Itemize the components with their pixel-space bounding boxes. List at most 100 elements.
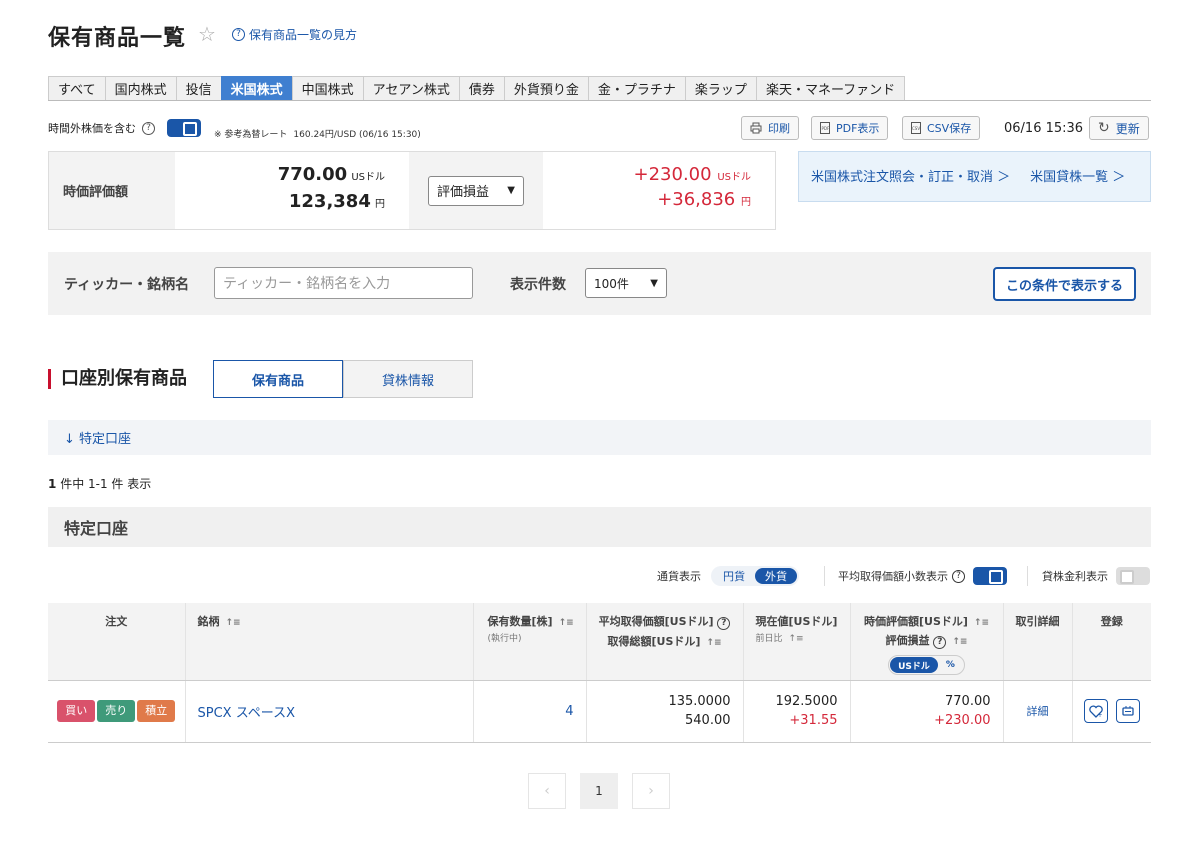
prev-page-button[interactable]: ‹: [528, 773, 566, 809]
count-select[interactable]: 100件 ▼: [585, 268, 667, 298]
sort-icon[interactable]: ↑≡: [789, 634, 804, 644]
printer-icon: [750, 122, 762, 134]
col-name[interactable]: 銘柄 ↑≡: [185, 603, 474, 681]
detail-link[interactable]: 詳細: [1027, 705, 1049, 718]
seg-holdings[interactable]: 保有商品: [213, 360, 343, 398]
summary-pl: +230.00 USドル +36,836 円: [543, 152, 775, 229]
pl-select-value: 評価損益: [437, 185, 490, 200]
svg-text:PDF: PDF: [822, 126, 830, 131]
qty-value[interactable]: 4: [565, 704, 573, 719]
favorite-add-icon[interactable]: +: [1083, 699, 1108, 723]
currency-display-label: 通貨表示: [657, 570, 701, 583]
valuation-summary: 時価評価額 770.00 USドル 123,384 円 評価損益 ▼ +230.…: [48, 151, 776, 230]
question-icon[interactable]: ?: [717, 617, 731, 630]
tab-money-fund[interactable]: 楽天・マネーファンド: [755, 76, 906, 100]
help-link-label: 保有商品一覧の見方: [249, 28, 358, 42]
apply-filter-button[interactable]: この条件で表示する: [993, 267, 1136, 301]
lending-rate-toggle[interactable]: [1116, 567, 1150, 585]
result-count: 1 件中 1-1 件 表示: [48, 475, 151, 492]
favorite-star-icon[interactable]: ☆: [198, 22, 216, 46]
sort-icon[interactable]: ↑≡: [559, 618, 574, 628]
refresh-icon: ↻: [1098, 120, 1110, 136]
account-anchor-bar: ↓ 特定口座: [48, 420, 1151, 455]
anchor-link[interactable]: ↓ 特定口座: [64, 428, 131, 447]
col-price[interactable]: 現在値[USドル] 前日比 ↑≡: [743, 603, 851, 681]
pl-unit-usd[interactable]: USドル: [890, 657, 938, 673]
col-total-cost-label: 取得総額[USドル]: [607, 635, 701, 648]
arrow-down-icon: ↓: [64, 432, 75, 447]
security-name-link[interactable]: SPCX スペースX: [198, 706, 296, 721]
currency-toggle[interactable]: 円貨 外貨: [711, 566, 799, 586]
tab-rakuwrap[interactable]: 楽ラップ: [684, 76, 756, 100]
decimal-display-option: 平均取得価額小数表示 ?: [838, 566, 1007, 586]
tab-funds[interactable]: 投信: [175, 76, 221, 100]
related-links: 米国株式注文照会・訂正・取消 ＞ 米国貸株一覧 ＞: [798, 151, 1151, 202]
pl-select[interactable]: 評価損益 ▼: [428, 175, 524, 206]
refresh-button[interactable]: ↻ 更新: [1089, 116, 1149, 140]
tab-gold-platinum[interactable]: 金・プラチナ: [587, 76, 685, 100]
question-icon[interactable]: ?: [952, 569, 965, 583]
ticker-placeholder: ティッカー・銘柄名を入力: [223, 276, 391, 292]
decimal-display-label: 平均取得価額小数表示: [838, 570, 948, 583]
lending-rate-label: 貸株金利表示: [1042, 570, 1108, 583]
question-icon[interactable]: ?: [933, 636, 947, 649]
fx-note-label: ※ 参考為替レート: [214, 130, 288, 140]
next-page-button[interactable]: ›: [632, 773, 670, 809]
result-count-number: 1: [48, 477, 57, 491]
summary-pl-usd-unit: USドル: [717, 172, 751, 183]
page-1-button[interactable]: 1: [580, 773, 618, 809]
col-qty-sub: (執行中): [487, 634, 522, 644]
orders-link-label: 米国株式注文照会・訂正・取消: [811, 170, 994, 185]
table-header-row: 注文 銘柄 ↑≡ 保有数量[株] ↑≡ (執行中) 平均取得価額[USドル] ? 取…: [48, 603, 1151, 681]
col-qty-label: 保有数量[株]: [487, 615, 553, 628]
sell-button[interactable]: 売り: [97, 700, 136, 722]
caret-down-icon: ▼: [507, 185, 515, 196]
help-link[interactable]: ? 保有商品一覧の見方: [232, 26, 357, 43]
print-button[interactable]: 印刷: [741, 116, 799, 140]
question-icon[interactable]: ?: [142, 121, 155, 135]
col-price-label: 現在値[USドル]: [755, 615, 838, 628]
anchor-link-label: 特定口座: [79, 432, 132, 447]
orders-link[interactable]: 米国株式注文照会・訂正・取消 ＞: [811, 166, 1010, 185]
pl-unit-pct[interactable]: %: [938, 660, 963, 670]
tab-fx-deposit[interactable]: 外貨預り金: [503, 76, 588, 100]
lending-link[interactable]: 米国貸株一覧 ＞: [1030, 166, 1125, 185]
alert-register-icon[interactable]: [1115, 699, 1140, 723]
tab-bonds[interactable]: 債券: [458, 76, 504, 100]
summary-select-cell: 評価損益 ▼: [409, 152, 543, 229]
tab-domestic-stocks[interactable]: 国内株式: [104, 76, 176, 100]
pl-unit-toggle[interactable]: USドル %: [888, 655, 965, 675]
decimal-display-toggle[interactable]: [973, 567, 1007, 585]
tab-china-stocks[interactable]: 中国株式: [291, 76, 363, 100]
market-value: 770.00: [945, 694, 991, 709]
buy-button[interactable]: 買い: [57, 700, 96, 722]
result-count-text: 件中 1-1 件 表示: [60, 477, 152, 491]
tab-asean-stocks[interactable]: アセアン株式: [362, 76, 459, 100]
tab-us-stocks[interactable]: 米国株式: [220, 76, 292, 100]
tab-all[interactable]: すべて: [48, 76, 105, 100]
after-hours-toggle[interactable]: [167, 119, 201, 137]
col-order-label: 注文: [105, 615, 128, 628]
col-register-label: 登録: [1100, 615, 1123, 628]
sort-icon[interactable]: ↑≡: [974, 618, 989, 628]
sort-icon[interactable]: ↑≡: [226, 618, 241, 628]
sort-icon[interactable]: ↑≡: [952, 637, 967, 647]
currency-jpy-option[interactable]: 円貨: [713, 568, 755, 584]
accumulate-button[interactable]: 積立: [137, 700, 176, 722]
col-qty[interactable]: 保有数量[株] ↑≡ (執行中): [473, 603, 587, 681]
col-pl-label: 評価損益: [885, 634, 930, 647]
summary-usd-value: 770.00: [277, 164, 348, 185]
col-avg-price[interactable]: 平均取得価額[USドル] ? 取得総額[USドル] ↑≡: [586, 603, 744, 681]
ticker-input[interactable]: ティッカー・銘柄名を入力: [214, 267, 473, 299]
sort-icon[interactable]: ↑≡: [706, 638, 721, 648]
csv-button[interactable]: CSV CSV保存: [902, 116, 981, 140]
table-row: 買い 売り 積立 SPCX スペースX 4 135.0000 540.00 192.…: [48, 680, 1151, 743]
col-market-value[interactable]: 時価評価額[USドル] ↑≡ 評価損益 ? ↑≡ USドル %: [850, 603, 1004, 681]
summary-usd-unit: USドル: [351, 172, 385, 183]
col-market-value-label: 時価評価額[USドル]: [863, 615, 968, 628]
currency-fx-option[interactable]: 外貨: [755, 568, 797, 584]
col-change-label: 前日比: [755, 634, 783, 644]
pdf-button[interactable]: PDF PDF表示: [811, 116, 889, 140]
price-value: 192.5000: [775, 694, 838, 709]
seg-lending[interactable]: 貸株情報: [343, 360, 473, 398]
